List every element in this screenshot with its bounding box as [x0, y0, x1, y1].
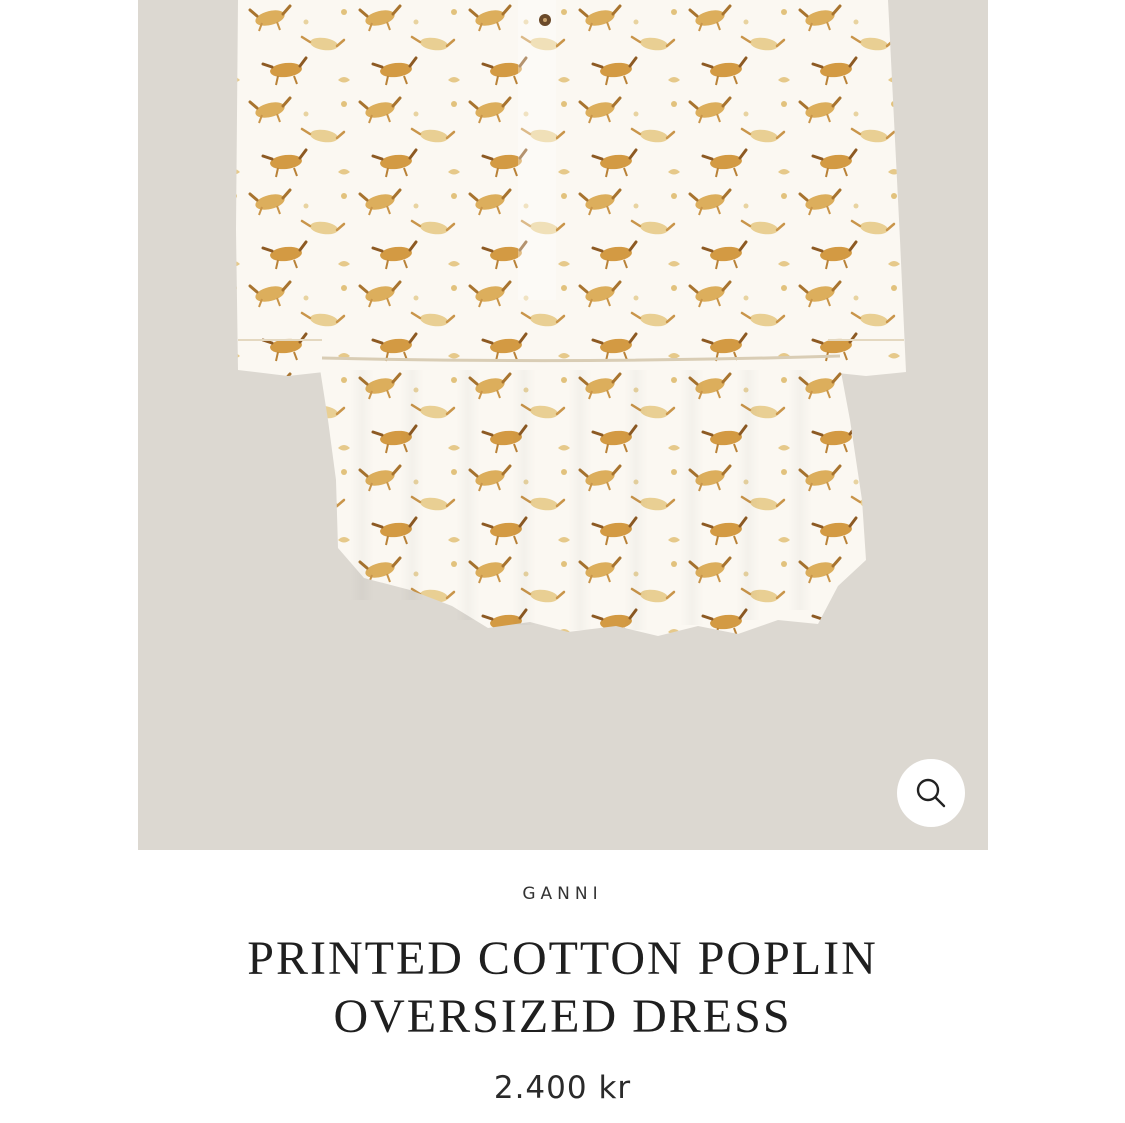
brand-name[interactable]: GANNI — [0, 884, 1125, 904]
dress-photo — [138, 0, 988, 850]
search-icon — [916, 778, 946, 808]
zoom-button[interactable] — [897, 759, 965, 827]
product-title: PRINTED COTTON POPLIN OVERSIZED DRESS — [247, 932, 878, 1043]
product-price: 2.400 kr — [493, 1070, 632, 1106]
product-image[interactable] — [138, 0, 988, 850]
